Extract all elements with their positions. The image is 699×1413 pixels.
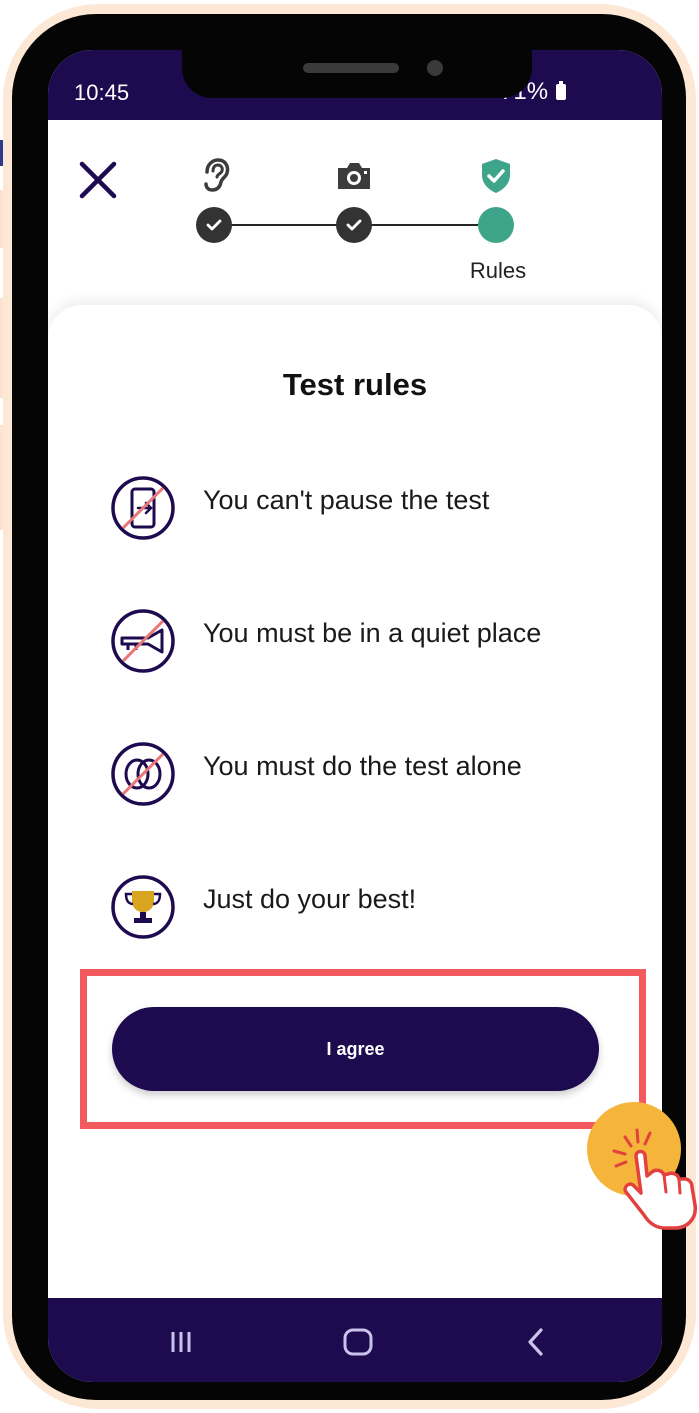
rule-item: You must be in a quiet place [110,608,630,678]
android-nav-bar [48,1298,662,1382]
battery-icon [556,81,566,100]
stepper-header: Rules [48,120,662,320]
rule-text: Just do your best! [203,884,417,914]
home-icon[interactable] [338,1322,378,1362]
trophy-icon [111,875,175,939]
step-3-active [478,207,514,243]
phone-notch [182,50,532,98]
camera-icon [338,163,370,189]
rule-item: You can't pause the test [110,475,630,545]
close-icon[interactable] [76,158,120,202]
check-icon [346,219,362,231]
rule-item: You must do the test alone [110,741,630,811]
rules-card: Test rules You can't pause the test You … [48,305,662,1305]
no-people-icon [111,742,175,806]
phone-speaker [303,63,399,73]
step-connector [354,224,494,226]
rule-text: You must do the test alone [203,751,522,781]
status-time: 10:45 [74,80,130,105]
shield-check-icon [482,159,510,193]
step-2-completed [336,207,372,243]
step-1-completed [196,207,232,243]
agree-button[interactable]: I agree [112,1007,599,1091]
front-camera [427,60,443,76]
step-label-rules: Rules [469,258,527,283]
rule-text: You can't pause the test [203,485,490,515]
page-title: Test rules [282,367,428,402]
step-connector [214,224,354,226]
ear-icon [204,158,230,192]
no-phone-icon [111,476,175,540]
back-icon[interactable] [516,1322,556,1362]
recent-apps-icon[interactable] [161,1322,201,1362]
phone-screen: 10:45 ◔ ≈ LTE ıll ıll 71% [48,50,662,1382]
no-trumpet-icon [111,609,175,673]
rule-item: Just do your best! [110,874,630,944]
rule-text: You must be in a quiet place [203,618,542,648]
tap-hand-icon [612,1128,697,1230]
check-icon [206,219,222,231]
